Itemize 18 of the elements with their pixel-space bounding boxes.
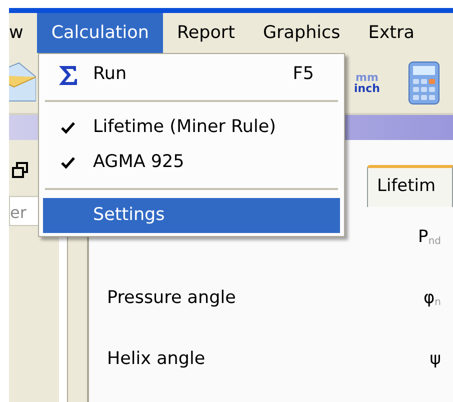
menu-item[interactable]: Run F5 bbox=[43, 57, 340, 92]
menu-item[interactable]: w bbox=[9, 13, 38, 53]
parameter-label: Helix angle bbox=[107, 348, 206, 372]
menu-item[interactable]: AGMA 925 bbox=[43, 145, 340, 180]
tab[interactable]: Lifetim bbox=[367, 165, 453, 207]
parameter-symbol: φ$_{n}$ bbox=[423, 286, 441, 310]
parameter-symbol: ψ bbox=[430, 348, 441, 371]
units-button[interactable]: mm inch bbox=[354, 72, 380, 94]
menu-item[interactable]: Graphics bbox=[248, 13, 354, 53]
inch-label: inch bbox=[354, 83, 380, 94]
parameter-symbol: P$_{nd}$ bbox=[418, 226, 441, 250]
mm-label: mm bbox=[356, 72, 378, 83]
menu-item[interactable]: Report bbox=[162, 13, 249, 53]
parameter-label: Pressure angle bbox=[107, 287, 236, 310]
menu-item[interactable]: Extra bbox=[354, 13, 428, 53]
menu-item[interactable]: Lifetime (Miner Rule) bbox=[43, 110, 340, 145]
menu-item[interactable]: Settings bbox=[43, 198, 340, 233]
menu-item[interactable]: Calculation bbox=[37, 13, 163, 53]
